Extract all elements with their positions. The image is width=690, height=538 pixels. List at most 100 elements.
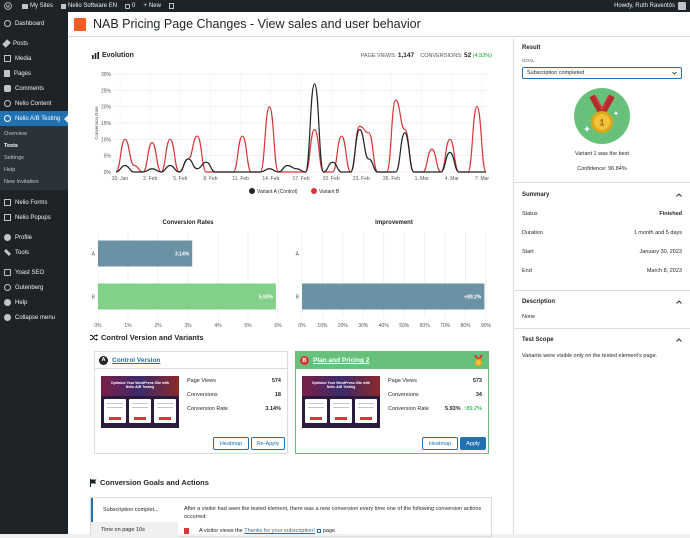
submenu-settings[interactable]: Settings (0, 152, 68, 164)
menu-tools[interactable]: Tools (0, 245, 68, 260)
improvement-chart: Improvement 0% 10% 20% 30% 40% 50% 60% 70% 80% 90%… (296, 220, 492, 329)
x-tick-label: 17. Feb (293, 176, 310, 182)
x-tick-label: 7. Mar (475, 176, 490, 182)
variant-card-header: B Plan and Pricing 2 (296, 352, 488, 369)
data-label: 3.14% (175, 252, 190, 258)
menu-gutenberg[interactable]: Gutenberg (0, 280, 68, 295)
heatmap-button[interactable]: Heatmap (422, 437, 458, 450)
page-icon (4, 70, 10, 77)
legend-marker (249, 188, 255, 194)
y-tick-label: B (92, 295, 96, 301)
goal-tab-time-on-page[interactable]: Time on page 10s (91, 522, 178, 538)
submenu-new-invitation[interactable]: New Invitation (0, 176, 68, 188)
x-tick-label: 60% (420, 323, 431, 329)
menu-posts[interactable]: Posts (0, 36, 68, 51)
x-tick-label: 14. Feb (262, 176, 279, 182)
x-tick-label: 5% (244, 323, 252, 329)
page-header: NAB Pricing Page Changes - View sales an… (68, 12, 690, 37)
goal-label: GOAL (522, 58, 535, 63)
menu-nelio-forms[interactable]: Nelio Forms (0, 195, 68, 210)
submenu-overview[interactable]: Overview (0, 128, 68, 140)
x-tick-label: 5. Feb (173, 176, 187, 182)
description-panel: Description None (514, 291, 690, 328)
my-sites-link[interactable]: My Sites (22, 3, 53, 9)
variant-badge: A (99, 355, 108, 365)
page-views-row: Page Views 573 (388, 378, 482, 384)
menu-pages[interactable]: Pages (0, 66, 68, 81)
x-tick-label: 30% (358, 323, 369, 329)
reapply-button[interactable]: Re-Apply (251, 437, 285, 450)
winner-text: Variant 1 was the best (574, 151, 629, 157)
menu-nelio-ab-testing[interactable]: Nelio A/B Testing (0, 111, 68, 126)
submenu-tests[interactable]: Tests (0, 140, 68, 152)
conversion-percentage: (4.53%) (472, 53, 492, 59)
comment-icon (4, 85, 11, 92)
admin-bar: W My Sites Nelio Software EN 0 + New Howd… (0, 0, 690, 12)
avatar (678, 2, 686, 10)
status-badge: Finished (659, 211, 682, 217)
svg-text:W: W (6, 5, 11, 10)
x-tick-label: 70% (440, 323, 451, 329)
plan-and-pricing-link[interactable]: Plan and Pricing 2 (313, 357, 369, 364)
chevron-up-icon (676, 300, 682, 304)
variant-thumbnail[interactable]: Optimize Your WordPress Site with Nelio … (302, 376, 380, 428)
menu-yoast-seo[interactable]: Yoast SEO (0, 265, 68, 280)
x-tick-label: 2% (154, 323, 162, 329)
goal-select[interactable]: Subscription completed (522, 67, 682, 79)
x-tick-label: 23. Feb (353, 176, 370, 182)
summary-header[interactable]: Summary (522, 192, 682, 198)
submenu: Overview Tests Settings Help New Invitat… (0, 126, 68, 190)
y-tick-label: 10% (101, 137, 112, 143)
new-link[interactable]: + New (143, 3, 161, 9)
dashboard-icon (4, 20, 11, 27)
nelio-toolbar-link[interactable] (168, 3, 174, 9)
x-tick-label: 20% (338, 323, 349, 329)
variant-thumbnail[interactable]: Optimize Your WordPress Site with Nelio … (101, 376, 179, 428)
bar-chart-icon (92, 52, 99, 59)
variant-card-b: B Plan and Pricing 2 Optimize Your WordP… (295, 351, 489, 454)
control-version-link[interactable]: Control Version (112, 357, 160, 364)
result-title: Result (522, 45, 541, 51)
menu-nelio-content[interactable]: Nelio Content (0, 96, 68, 111)
summary-panel: Summary Status Finished Duration 1 month a… (514, 183, 690, 290)
x-tick-label: 6% (274, 323, 282, 329)
account-menu[interactable]: Howdy, Ruth Raventós (614, 2, 686, 10)
wordpress-logo[interactable]: W (4, 2, 14, 10)
x-tick-label: 4% (214, 323, 222, 329)
description-header[interactable]: Description (522, 299, 682, 305)
conversion-action: A visitor views the Thanks for your subs… (184, 528, 337, 534)
menu-media[interactable]: Media (0, 51, 68, 66)
comment-icon (125, 3, 131, 9)
comments-link[interactable]: 0 (125, 3, 135, 9)
scope-header[interactable]: Test Scope (522, 337, 682, 343)
svg-text:1: 1 (599, 118, 604, 128)
nelio-ab-logo-icon (74, 17, 86, 31)
menu-dashboard[interactable]: Dashboard (0, 16, 68, 31)
main-area: NAB Pricing Page Changes - View sales an… (68, 12, 690, 538)
menu-comments[interactable]: Comments (0, 81, 68, 96)
x-tick-label: 0% (94, 323, 102, 329)
chevron-up-icon (676, 338, 682, 342)
x-tick-label: 4. Mar (445, 176, 460, 182)
site-link[interactable]: Nelio Software EN (61, 3, 117, 9)
submenu-help[interactable]: Help (0, 164, 68, 176)
thanks-page-link[interactable]: Thanks for your subscription! (244, 528, 315, 534)
plus-icon: + (143, 3, 147, 9)
apply-button[interactable]: Apply (460, 437, 486, 450)
menu-profile[interactable]: Profile (0, 230, 68, 245)
collapse-menu[interactable]: Collapse menu (0, 310, 68, 325)
wrench-icon (3, 248, 12, 257)
gutenberg-icon (4, 284, 11, 291)
result-panel: Result GOAL Subscription completed 1 Var… (514, 38, 690, 172)
x-tick-label: 20. Feb (323, 176, 340, 182)
menu-nelio-popups[interactable]: Nelio Popups (0, 210, 68, 225)
y-axis-label: Conversion Rate (94, 106, 99, 140)
heatmap-button[interactable]: Heatmap (213, 437, 249, 450)
menu-help[interactable]: Help (0, 295, 68, 310)
collapse-icon (4, 314, 11, 321)
evolution-stats: PAGE VIEWS: 1,147 CONVERSIONS: 52 (4.53%… (360, 52, 492, 59)
goal-tab-subscription[interactable]: Subscription complet... (91, 498, 178, 522)
chevron-down-icon (672, 71, 677, 75)
x-tick-label: 40% (379, 323, 390, 329)
improvement-badge: ↑89.2% (463, 406, 482, 412)
